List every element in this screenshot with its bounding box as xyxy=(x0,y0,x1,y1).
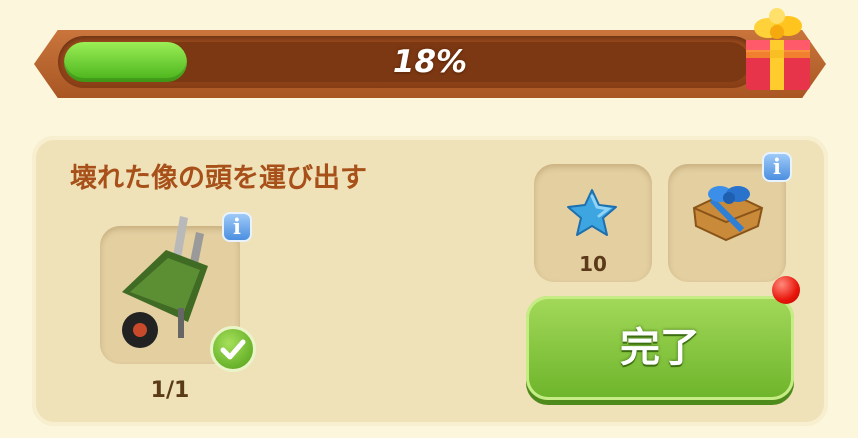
requirement-count: 1/1 xyxy=(150,378,190,403)
requirement-info-button[interactable]: i xyxy=(222,212,252,242)
gift-package-icon xyxy=(692,186,764,242)
task-title: 壊れた像の頭を運び出す xyxy=(70,163,367,194)
wheelbarrow-icon xyxy=(122,216,208,348)
notification-dot xyxy=(772,276,800,304)
reward-count-star: 10 xyxy=(579,252,607,276)
progress-fill xyxy=(64,42,188,82)
complete-button[interactable]: 完了 xyxy=(526,296,794,400)
gift-box-icon[interactable] xyxy=(740,4,816,94)
blue-star-icon xyxy=(567,189,617,236)
completed-check-icon xyxy=(210,326,256,372)
reward-info-button[interactable]: i xyxy=(762,152,792,182)
progress-percent: 18% xyxy=(392,44,468,80)
